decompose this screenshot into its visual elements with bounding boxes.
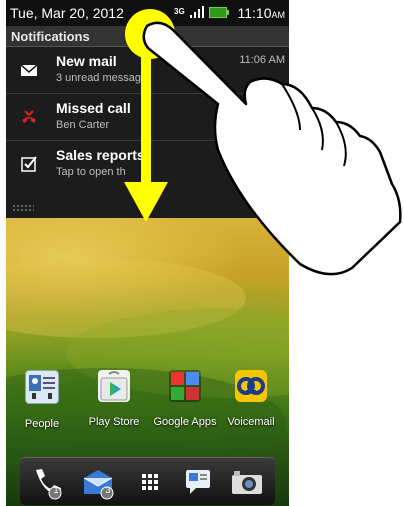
notification-title: New mail: [56, 53, 117, 69]
notification-subtitle: 3 unread messag: [56, 72, 141, 84]
notification-title: Missed call: [56, 100, 131, 116]
dock-camera[interactable]: [230, 466, 262, 498]
shade-drag-handle[interactable]: [12, 204, 34, 212]
notification-subtitle: Tap to open th: [56, 166, 126, 178]
chat-icon: [186, 470, 210, 494]
voicemail-icon: [235, 370, 267, 402]
status-time: 11:10AM: [237, 5, 286, 21]
app-label: People: [24, 418, 60, 430]
messages-badge: 3: [105, 485, 111, 495]
hand-finger-crease: [335, 121, 347, 167]
notification-subtitle: Ben Carter: [56, 119, 110, 131]
notification-missed-call[interactable]: Missed call Ben Carter: [6, 94, 289, 141]
google-apps-folder-icon: [169, 370, 201, 402]
signal-icon: [189, 6, 204, 18]
status-icons: 3G: [174, 6, 229, 18]
app-people[interactable]: People: [7, 370, 77, 430]
all-apps-icon: [142, 474, 158, 490]
play-store-icon: [98, 370, 130, 402]
app-google-apps[interactable]: Google Apps: [150, 370, 220, 428]
camera-icon: [232, 471, 262, 494]
dock-chat[interactable]: [182, 466, 214, 498]
notification-shade[interactable]: Notifications New mail 3 unread messag 1…: [6, 26, 289, 218]
phone-badge: 1: [53, 485, 59, 495]
network-type-icon: 3G: [174, 7, 185, 16]
notification-title: Sales reports: [56, 147, 145, 163]
battery-icon: [208, 6, 229, 18]
app-play-store[interactable]: Play Store: [79, 370, 149, 428]
app-label: Google Apps: [153, 416, 217, 428]
people-icon: [25, 370, 59, 404]
notifications-title: Notifications: [11, 29, 90, 44]
status-date: Tue, Mar 20, 2012: [10, 5, 124, 21]
app-label: Voicemail: [227, 416, 275, 428]
phone-screen: Tue, Mar 20, 2012 3G 11:10AM Notificatio…: [6, 0, 289, 506]
dock-all-apps[interactable]: [134, 466, 166, 498]
checkbox-icon: [21, 156, 37, 172]
app-label: Play Store: [88, 416, 140, 428]
dock-phone[interactable]: 1: [30, 466, 62, 500]
dock: 1 3: [20, 457, 275, 505]
app-voicemail[interactable]: Voicemail: [216, 370, 286, 428]
status-bar[interactable]: Tue, Mar 20, 2012 3G 11:10AM: [6, 0, 289, 26]
notifications-header: Notifications: [6, 26, 289, 47]
mail-icon: [20, 64, 38, 76]
notification-sales-reports[interactable]: Sales reports Tap to open th: [6, 141, 289, 187]
dock-messages[interactable]: 3: [82, 466, 114, 500]
notification-new-mail[interactable]: New mail 3 unread messag 11:06 AM: [6, 47, 289, 94]
missed-call-icon: [22, 110, 36, 123]
hand-finger-crease: [311, 107, 324, 151]
notification-time: 11:06 AM: [239, 54, 285, 66]
